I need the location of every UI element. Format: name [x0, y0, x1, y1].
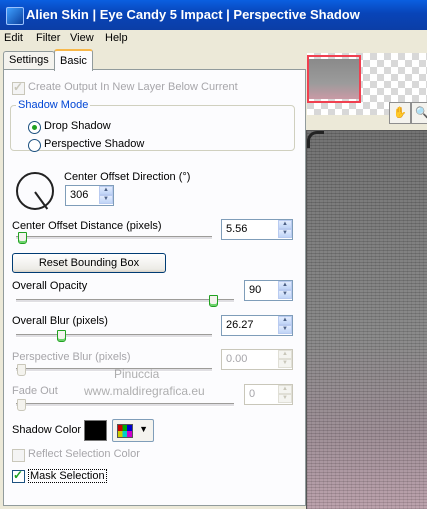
menu-edit[interactable]: Edit — [4, 32, 23, 44]
navigator-view-frame[interactable] — [307, 55, 361, 103]
preview-canvas[interactable] — [306, 130, 427, 509]
fade-out-label: Fade Out — [12, 385, 58, 397]
spin-up-icon[interactable]: ▲ — [99, 186, 113, 195]
center-offset-distance-label: Center Offset Distance (pixels) — [12, 220, 162, 232]
create-output-checkbox[interactable]: ✓ — [12, 80, 25, 95]
drop-shadow-radio[interactable] — [28, 121, 41, 134]
window-title: Alien Skin | Eye Candy 5 Impact | Perspe… — [26, 7, 360, 22]
overall-opacity-track — [16, 299, 234, 303]
tab-settings[interactable]: Settings — [3, 51, 55, 69]
overall-blur-spinner[interactable]: 26.27 ▲ ▼ — [221, 315, 293, 336]
overall-blur-track — [16, 334, 212, 338]
spin-down-icon[interactable]: ▼ — [99, 195, 113, 204]
shadow-color-palette-button[interactable]: ▼ — [112, 419, 154, 442]
reflect-selection-color-checkbox[interactable] — [12, 449, 25, 462]
overall-opacity-slider[interactable] — [209, 295, 218, 307]
title-bar: Alien Skin | Eye Candy 5 Impact | Perspe… — [0, 0, 427, 30]
perspective-shadow-label[interactable]: Perspective Shadow — [44, 138, 144, 150]
perspective-blur-value[interactable]: 0.00 — [226, 353, 247, 365]
drop-shadow-label[interactable]: Drop Shadow — [44, 120, 111, 132]
fade-out-spinner[interactable]: 0 ▲ ▼ — [244, 384, 293, 405]
center-offset-distance-track — [16, 236, 212, 240]
overall-opacity-spinner[interactable]: 90 ▲ ▼ — [244, 280, 293, 301]
perspective-blur-spinner[interactable]: 0.00 ▲ ▼ — [221, 349, 293, 370]
chevron-down-icon: ▼ — [139, 424, 148, 434]
reset-bounding-box-button[interactable]: Reset Bounding Box — [12, 253, 166, 273]
tab-basic[interactable]: Basic — [54, 49, 93, 71]
shadow-color-label: Shadow Color — [12, 424, 82, 436]
perspective-blur-slider[interactable] — [17, 364, 26, 376]
spin-down-icon[interactable]: ▼ — [278, 325, 292, 334]
perspective-shadow-radio[interactable] — [28, 139, 41, 152]
zoom-tool-icon[interactable]: 🔍 — [411, 102, 427, 124]
center-offset-direction-spinner[interactable]: 306 ▲ ▼ — [65, 185, 114, 206]
center-offset-distance-spinner[interactable]: 5.56 ▲ ▼ — [221, 219, 293, 240]
spin-down-icon[interactable]: ▼ — [278, 394, 292, 403]
center-offset-distance-slider[interactable] — [18, 232, 27, 244]
watermark-url: www.maldiregrafica.eu — [84, 384, 205, 398]
menu-bar: Edit Filter View Help — [0, 30, 427, 48]
reflect-selection-color-label: Reflect Selection Color — [28, 448, 140, 460]
overall-blur-label: Overall Blur (pixels) — [12, 315, 108, 327]
spin-up-icon[interactable]: ▲ — [278, 220, 292, 229]
check-icon: ✓ — [13, 80, 24, 94]
menu-help[interactable]: Help — [105, 32, 128, 44]
spin-up-icon[interactable]: ▲ — [278, 281, 292, 290]
mask-selection-label[interactable]: Mask Selection — [28, 469, 107, 483]
center-offset-direction-label: Center Offset Direction (°) — [64, 171, 191, 183]
shadow-color-swatch[interactable] — [84, 420, 107, 441]
perspective-blur-label: Perspective Blur (pixels) — [12, 351, 131, 363]
overall-blur-value[interactable]: 26.27 — [226, 319, 254, 331]
create-output-label: Create Output In New Layer Below Current — [28, 81, 238, 93]
spin-up-icon[interactable]: ▲ — [278, 316, 292, 325]
center-offset-direction-value[interactable]: 306 — [70, 189, 88, 201]
fade-out-slider[interactable] — [17, 399, 26, 411]
center-offset-distance-value[interactable]: 5.56 — [226, 223, 247, 235]
app-icon — [6, 7, 24, 25]
menu-filter[interactable]: Filter — [36, 32, 60, 44]
fade-out-value[interactable]: 0 — [249, 388, 255, 400]
overall-opacity-value[interactable]: 90 — [249, 284, 261, 296]
hand-tool-icon[interactable]: ✋ — [389, 102, 411, 124]
basic-panel: ✓ Create Output In New Layer Below Curre… — [3, 69, 306, 506]
direction-dial[interactable] — [16, 172, 54, 210]
spin-up-icon[interactable]: ▲ — [278, 385, 292, 394]
mask-selection-checkbox[interactable]: ✓ — [12, 468, 25, 483]
overall-opacity-label: Overall Opacity — [12, 280, 88, 292]
spin-up-icon[interactable]: ▲ — [278, 350, 292, 359]
preview-corner — [307, 131, 324, 148]
spin-down-icon[interactable]: ▼ — [278, 290, 292, 299]
palette-icon — [117, 424, 133, 438]
fade-out-track — [16, 403, 234, 407]
spin-down-icon[interactable]: ▼ — [278, 229, 292, 238]
shadow-mode-title: Shadow Mode — [16, 99, 91, 111]
direction-dial-hand — [34, 191, 49, 210]
spin-down-icon[interactable]: ▼ — [278, 359, 292, 368]
watermark-name: Pinuccia — [114, 367, 160, 381]
check-icon: ✓ — [13, 468, 24, 482]
preview-toolbar: ✋ 🔍 — [307, 100, 427, 128]
overall-blur-slider[interactable] — [57, 330, 66, 342]
menu-view[interactable]: View — [70, 32, 94, 44]
